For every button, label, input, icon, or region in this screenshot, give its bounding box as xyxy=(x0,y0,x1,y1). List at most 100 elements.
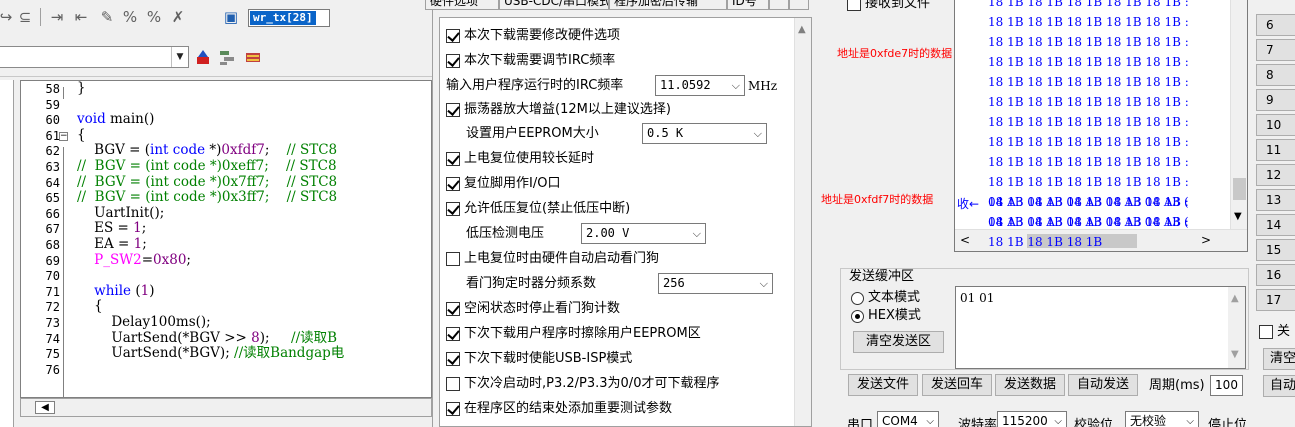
code-line[interactable]: { xyxy=(77,299,103,314)
radio-button[interactable] xyxy=(851,310,864,323)
scroll-left-icon[interactable]: < xyxy=(960,233,970,247)
multi-send-button[interactable]: 8 xyxy=(1256,64,1295,86)
find-combo[interactable]: wr_tx[28] xyxy=(248,9,330,27)
multi-send-button[interactable]: 15 xyxy=(1256,239,1295,261)
code-editor[interactable]: 58 59 60 61 62 63 64 65 66 67 68 69 70 71 72 73 74 75 76− … xyxy=(20,80,432,398)
code-line[interactable]: } xyxy=(77,81,86,96)
multi-send-button[interactable]: 10 xyxy=(1256,114,1295,136)
parity-select[interactable]: 无校验 ⌵ xyxy=(1125,411,1199,427)
checkbox[interactable] xyxy=(446,252,460,266)
checkbox[interactable] xyxy=(446,302,460,316)
scroll-down-icon[interactable]: ▼ xyxy=(1231,349,1239,360)
auto-send-button[interactable]: 自动发送 xyxy=(1068,374,1138,396)
scroll-down-icon[interactable]: ▼ xyxy=(1234,211,1242,222)
code-area[interactable]: } void main(){ BGV = (int code *)0xfdf7; … xyxy=(67,81,433,397)
multi-send-button[interactable]: 13 xyxy=(1256,189,1295,211)
radio-button[interactable] xyxy=(851,292,864,305)
checkbox[interactable] xyxy=(446,152,460,166)
receive-buffer[interactable]: ▼ < > 18 1B 18 1B 18 1B 18 1B 18 1B : 18 … xyxy=(954,0,1248,252)
unindent-icon[interactable]: ⇤ xyxy=(71,7,91,27)
manage-project-icon[interactable] xyxy=(218,48,236,66)
scroll-thumb[interactable] xyxy=(1233,178,1246,200)
send-data-button[interactable]: 发送数据 xyxy=(995,374,1065,396)
code-line[interactable]: { xyxy=(77,127,86,143)
code-line[interactable]: // BGV = (int code *)0x3ff7; // STC8 xyxy=(77,190,337,205)
tab-id-number[interactable]: ID号 xyxy=(727,0,769,10)
target-options-icon[interactable] xyxy=(194,48,212,66)
option-select[interactable]: 2.00 V ⌵ xyxy=(581,223,706,244)
port-select[interactable]: COM4 ⌵ xyxy=(877,411,939,427)
options-vscrollbar[interactable]: ▲ xyxy=(794,18,811,426)
send-vscrollbar[interactable]: ▲ ▼ xyxy=(1228,287,1245,368)
code-line[interactable]: // BGV = (int code *)0xeff7; // STC8 xyxy=(77,159,337,174)
tab-scroll-left[interactable] xyxy=(769,0,789,10)
uncomment-icon[interactable]: % xyxy=(120,7,140,27)
checkbox[interactable] xyxy=(446,202,460,216)
multi-send-button[interactable]: 16 xyxy=(1256,264,1295,286)
target-select[interactable]: ▼ xyxy=(0,46,189,68)
checkbox[interactable] xyxy=(446,352,460,366)
multi-send-button[interactable]: 11 xyxy=(1256,139,1295,161)
checkbox[interactable] xyxy=(446,327,460,341)
code-line[interactable]: EA = 1; xyxy=(77,237,147,252)
comment-icon[interactable]: ✎ xyxy=(97,7,117,27)
nav-back-icon[interactable]: ⊆ xyxy=(15,7,35,27)
multi-send-button[interactable]: 14 xyxy=(1256,214,1295,236)
option-select[interactable]: 0.5 K ⌵ xyxy=(642,123,767,144)
code-line[interactable]: UartSend(*BGV); //读取Bandgap电 xyxy=(77,346,344,361)
receive-vscrollbar[interactable]: ▼ xyxy=(1230,0,1247,229)
tab-scroll-right[interactable] xyxy=(789,0,809,10)
checkbox[interactable] xyxy=(446,54,460,68)
irc-frequency-select[interactable]: 11.0592 ⌵ xyxy=(655,75,745,96)
line-number: 76 xyxy=(45,362,60,377)
checkbox[interactable] xyxy=(1259,325,1273,339)
checkbox[interactable] xyxy=(446,377,460,391)
multi-send-button[interactable]: 17 xyxy=(1256,289,1295,311)
checkbox[interactable] xyxy=(446,402,460,416)
code-line[interactable]: UartSend(*BGV >> 8); //读取B xyxy=(77,330,337,346)
find-icon[interactable]: ▣ xyxy=(221,7,241,27)
code-line[interactable]: BGV = (int code *)0xfdf7; // STC8 xyxy=(77,143,337,158)
send-textbox[interactable]: 01 01 ▲ ▼ xyxy=(955,286,1246,369)
indent-icon[interactable]: ⇥ xyxy=(47,7,67,27)
checkbox[interactable] xyxy=(446,29,460,43)
send-value[interactable]: 01 01 xyxy=(960,291,994,305)
send-file-button[interactable]: 发送文件 xyxy=(848,374,918,396)
line-number: 60 xyxy=(45,113,60,128)
clear-send-button[interactable]: 清空发送区 xyxy=(853,331,944,353)
code-line[interactable]: ES = 1; xyxy=(77,221,146,236)
multi-send-button[interactable]: 6 xyxy=(1256,14,1295,36)
multi-send-button[interactable]: 9 xyxy=(1256,89,1295,111)
tab-encrypted-transfer[interactable]: 程序加密后传输 xyxy=(609,0,727,10)
scroll-up-icon[interactable]: ▲ xyxy=(1231,293,1239,304)
checkbox[interactable] xyxy=(446,177,460,191)
code-line[interactable]: P_SW2=0x80; xyxy=(77,252,191,268)
clear-button[interactable]: 清空 xyxy=(1263,348,1295,370)
redo-icon[interactable]: ↪ xyxy=(0,7,16,27)
bookmark-icon[interactable]: % xyxy=(144,7,164,27)
period-input[interactable]: 100 xyxy=(1210,375,1243,396)
checkbox[interactable] xyxy=(847,0,861,11)
find-text[interactable]: wr_tx[28] xyxy=(250,11,316,25)
baud-select[interactable]: 115200 ⌵ xyxy=(997,411,1067,427)
manage-books-icon[interactable] xyxy=(244,48,262,66)
chevron-down-icon[interactable]: ▼ xyxy=(171,47,188,67)
scroll-up-icon[interactable]: ▲ xyxy=(798,24,806,35)
clear-bookmark-icon[interactable]: ✗ xyxy=(168,7,188,27)
option-select[interactable]: 256 ⌵ xyxy=(658,273,773,294)
send-return-button[interactable]: 发送回车 xyxy=(922,374,992,396)
checkbox[interactable] xyxy=(446,103,460,117)
multi-send-button[interactable]: 12 xyxy=(1256,164,1295,186)
editor-hscrollbar[interactable]: ◀ xyxy=(20,398,432,417)
code-line[interactable]: Delay100ms(); xyxy=(77,315,210,330)
auto-button[interactable]: 自动 xyxy=(1263,375,1295,397)
code-line[interactable]: while (1) xyxy=(77,283,154,299)
code-line[interactable]: UartInit(); xyxy=(77,205,164,221)
multi-send-button[interactable]: 7 xyxy=(1256,39,1295,61)
code-line[interactable]: // BGV = (int code *)0x7ff7; // STC8 xyxy=(77,174,337,190)
code-line[interactable]: void main() xyxy=(77,112,154,127)
tab-usb-cdc[interactable]: USB-CDC/串口模式 xyxy=(499,0,609,10)
scroll-left-icon[interactable]: ◀ xyxy=(35,401,55,414)
tab-hardware-options[interactable]: 硬件选项 xyxy=(425,0,499,10)
scroll-right-icon[interactable]: > xyxy=(1201,233,1211,247)
